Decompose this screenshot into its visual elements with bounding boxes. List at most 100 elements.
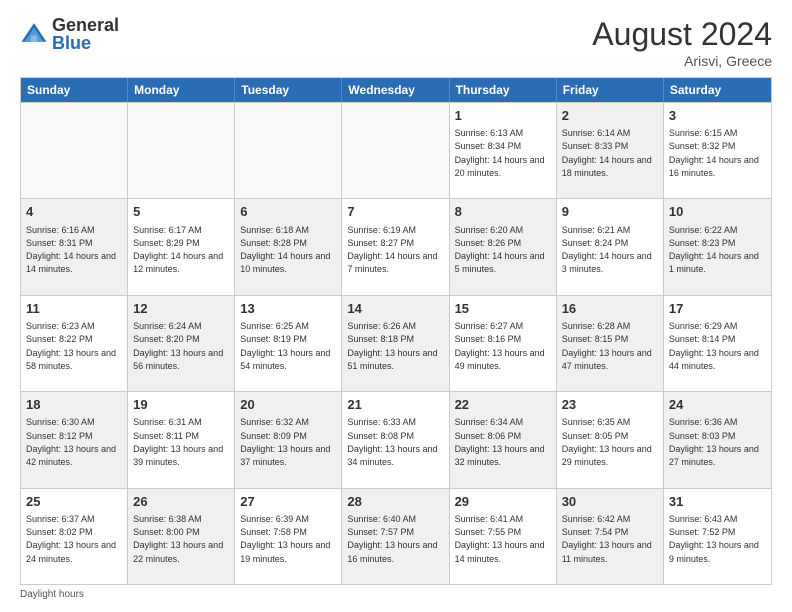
day-number: 13 bbox=[240, 300, 336, 318]
day-number: 29 bbox=[455, 493, 551, 511]
cell-info: Sunrise: 6:35 AMSunset: 8:05 PMDaylight:… bbox=[562, 417, 652, 467]
day-number: 23 bbox=[562, 396, 658, 414]
day-number: 15 bbox=[455, 300, 551, 318]
day-number: 14 bbox=[347, 300, 443, 318]
cell-info: Sunrise: 6:19 AMSunset: 8:27 PMDaylight:… bbox=[347, 225, 437, 275]
day-cell-1: 1 Sunrise: 6:13 AMSunset: 8:34 PMDaylight… bbox=[450, 103, 557, 198]
footer-note: Daylight hours bbox=[20, 589, 772, 600]
day-number: 31 bbox=[669, 493, 766, 511]
day-cell-11: 11 Sunrise: 6:23 AMSunset: 8:22 PMDayligh… bbox=[21, 296, 128, 391]
week-row-4: 25Sunrise: 6:37 AMSunset: 8:02 PMDayligh… bbox=[21, 488, 771, 584]
day-number: 16 bbox=[562, 300, 658, 318]
day-number: 26 bbox=[133, 493, 229, 511]
cell-info: Sunrise: 6:26 AMSunset: 8:18 PMDaylight:… bbox=[347, 321, 437, 371]
day-cell-21: 21 Sunrise: 6:33 AMSunset: 8:08 PMDayligh… bbox=[342, 392, 449, 487]
logo-general: General bbox=[52, 16, 119, 34]
cell-info: Sunrise: 6:17 AMSunset: 8:29 PMDaylight:… bbox=[133, 225, 223, 275]
cell-info: Sunrise: 6:33 AMSunset: 8:08 PMDaylight:… bbox=[347, 417, 437, 467]
day-of-week-thursday: Thursday bbox=[450, 78, 557, 102]
day-number: 4 bbox=[26, 203, 122, 221]
day-of-week-wednesday: Wednesday bbox=[342, 78, 449, 102]
day-number: 10 bbox=[669, 203, 766, 221]
cell-info: Sunrise: 6:32 AMSunset: 8:09 PMDaylight:… bbox=[240, 417, 330, 467]
day-of-week-monday: Monday bbox=[128, 78, 235, 102]
day-of-week-saturday: Saturday bbox=[664, 78, 771, 102]
logo-icon bbox=[20, 20, 48, 48]
calendar-body: 1 Sunrise: 6:13 AMSunset: 8:34 PMDaylight… bbox=[21, 102, 771, 584]
day-number: 2 bbox=[562, 107, 658, 125]
cell-info: Sunrise: 6:24 AMSunset: 8:20 PMDaylight:… bbox=[133, 321, 223, 371]
day-cell-20: 20 Sunrise: 6:32 AMSunset: 8:09 PMDayligh… bbox=[235, 392, 342, 487]
title-block: August 2024 Arisvi, Greece bbox=[592, 16, 772, 69]
day-number: 8 bbox=[455, 203, 551, 221]
cell-info: Sunrise: 6:13 AMSunset: 8:34 PMDaylight:… bbox=[455, 128, 545, 178]
day-of-week-tuesday: Tuesday bbox=[235, 78, 342, 102]
day-cell-27: 27Sunrise: 6:39 AMSunset: 7:58 PMDayligh… bbox=[235, 489, 342, 584]
day-number: 3 bbox=[669, 107, 766, 125]
header: General Blue August 2024 Arisvi, Greece bbox=[20, 16, 772, 69]
day-cell-29: 29 Sunrise: 6:41 AMSunset: 7:55 PMDayligh… bbox=[450, 489, 557, 584]
day-cell-10: 10Sunrise: 6:22 AMSunset: 8:23 PMDayligh… bbox=[664, 199, 771, 294]
day-cell-13: 13 Sunrise: 6:25 AMSunset: 8:19 PMDayligh… bbox=[235, 296, 342, 391]
week-row-0: 1 Sunrise: 6:13 AMSunset: 8:34 PMDaylight… bbox=[21, 102, 771, 198]
cell-info: Sunrise: 6:21 AMSunset: 8:24 PMDaylight:… bbox=[562, 225, 652, 275]
week-row-3: 18Sunrise: 6:30 AMSunset: 8:12 PMDayligh… bbox=[21, 391, 771, 487]
day-of-week-friday: Friday bbox=[557, 78, 664, 102]
day-cell-16: 16 Sunrise: 6:28 AMSunset: 8:15 PMDayligh… bbox=[557, 296, 664, 391]
cell-info: Sunrise: 6:20 AMSunset: 8:26 PMDaylight:… bbox=[455, 225, 545, 275]
day-cell-12: 12 Sunrise: 6:24 AMSunset: 8:20 PMDayligh… bbox=[128, 296, 235, 391]
cell-info: Sunrise: 6:40 AMSunset: 7:57 PMDaylight:… bbox=[347, 514, 437, 564]
week-row-2: 11 Sunrise: 6:23 AMSunset: 8:22 PMDayligh… bbox=[21, 295, 771, 391]
cell-info: Sunrise: 6:38 AMSunset: 8:00 PMDaylight:… bbox=[133, 514, 223, 564]
day-cell-8: 8 Sunrise: 6:20 AMSunset: 8:26 PMDaylight… bbox=[450, 199, 557, 294]
day-number: 19 bbox=[133, 396, 229, 414]
logo: General Blue bbox=[20, 16, 119, 52]
day-number: 12 bbox=[133, 300, 229, 318]
logo-blue: Blue bbox=[52, 34, 119, 52]
day-cell-18: 18Sunrise: 6:30 AMSunset: 8:12 PMDayligh… bbox=[21, 392, 128, 487]
day-number: 6 bbox=[240, 203, 336, 221]
week-row-1: 4 Sunrise: 6:16 AMSunset: 8:31 PMDaylight… bbox=[21, 198, 771, 294]
cell-info: Sunrise: 6:23 AMSunset: 8:22 PMDaylight:… bbox=[26, 321, 116, 371]
day-cell-28: 28 Sunrise: 6:40 AMSunset: 7:57 PMDayligh… bbox=[342, 489, 449, 584]
calendar: SundayMondayTuesdayWednesdayThursdayFrid… bbox=[20, 77, 772, 585]
cell-info: Sunrise: 6:30 AMSunset: 8:12 PMDaylight:… bbox=[26, 417, 116, 467]
cell-info: Sunrise: 6:25 AMSunset: 8:19 PMDaylight:… bbox=[240, 321, 330, 371]
day-number: 24 bbox=[669, 396, 766, 414]
cell-info: Sunrise: 6:14 AMSunset: 8:33 PMDaylight:… bbox=[562, 128, 652, 178]
day-cell-5: 5 Sunrise: 6:17 AMSunset: 8:29 PMDaylight… bbox=[128, 199, 235, 294]
daylight-label: Daylight hours bbox=[20, 589, 84, 600]
day-number: 21 bbox=[347, 396, 443, 414]
day-cell-17: 17Sunrise: 6:29 AMSunset: 8:14 PMDayligh… bbox=[664, 296, 771, 391]
cell-info: Sunrise: 6:41 AMSunset: 7:55 PMDaylight:… bbox=[455, 514, 545, 564]
cell-info: Sunrise: 6:16 AMSunset: 8:31 PMDaylight:… bbox=[26, 225, 116, 275]
cell-info: Sunrise: 6:28 AMSunset: 8:15 PMDaylight:… bbox=[562, 321, 652, 371]
cell-info: Sunrise: 6:29 AMSunset: 8:14 PMDaylight:… bbox=[669, 321, 759, 371]
cell-info: Sunrise: 6:27 AMSunset: 8:16 PMDaylight:… bbox=[455, 321, 545, 371]
day-number: 5 bbox=[133, 203, 229, 221]
calendar-header: SundayMondayTuesdayWednesdayThursdayFrid… bbox=[21, 78, 771, 102]
cell-info: Sunrise: 6:18 AMSunset: 8:28 PMDaylight:… bbox=[240, 225, 330, 275]
cell-info: Sunrise: 6:34 AMSunset: 8:06 PMDaylight:… bbox=[455, 417, 545, 467]
day-cell-6: 6 Sunrise: 6:18 AMSunset: 8:28 PMDaylight… bbox=[235, 199, 342, 294]
logo-text: General Blue bbox=[52, 16, 119, 52]
day-number: 20 bbox=[240, 396, 336, 414]
day-number: 28 bbox=[347, 493, 443, 511]
empty-cell bbox=[21, 103, 128, 198]
day-cell-2: 2 Sunrise: 6:14 AMSunset: 8:33 PMDaylight… bbox=[557, 103, 664, 198]
day-of-week-sunday: Sunday bbox=[21, 78, 128, 102]
day-cell-25: 25Sunrise: 6:37 AMSunset: 8:02 PMDayligh… bbox=[21, 489, 128, 584]
day-number: 1 bbox=[455, 107, 551, 125]
day-cell-19: 19 Sunrise: 6:31 AMSunset: 8:11 PMDayligh… bbox=[128, 392, 235, 487]
day-number: 30 bbox=[562, 493, 658, 511]
cell-info: Sunrise: 6:39 AMSunset: 7:58 PMDaylight:… bbox=[240, 514, 330, 564]
day-cell-23: 23 Sunrise: 6:35 AMSunset: 8:05 PMDayligh… bbox=[557, 392, 664, 487]
cell-info: Sunrise: 6:37 AMSunset: 8:02 PMDaylight:… bbox=[26, 514, 116, 564]
day-number: 11 bbox=[26, 300, 122, 318]
cell-info: Sunrise: 6:31 AMSunset: 8:11 PMDaylight:… bbox=[133, 417, 223, 467]
day-number: 9 bbox=[562, 203, 658, 221]
day-number: 7 bbox=[347, 203, 443, 221]
location: Arisvi, Greece bbox=[592, 53, 772, 69]
day-cell-24: 24Sunrise: 6:36 AMSunset: 8:03 PMDayligh… bbox=[664, 392, 771, 487]
day-cell-9: 9 Sunrise: 6:21 AMSunset: 8:24 PMDaylight… bbox=[557, 199, 664, 294]
